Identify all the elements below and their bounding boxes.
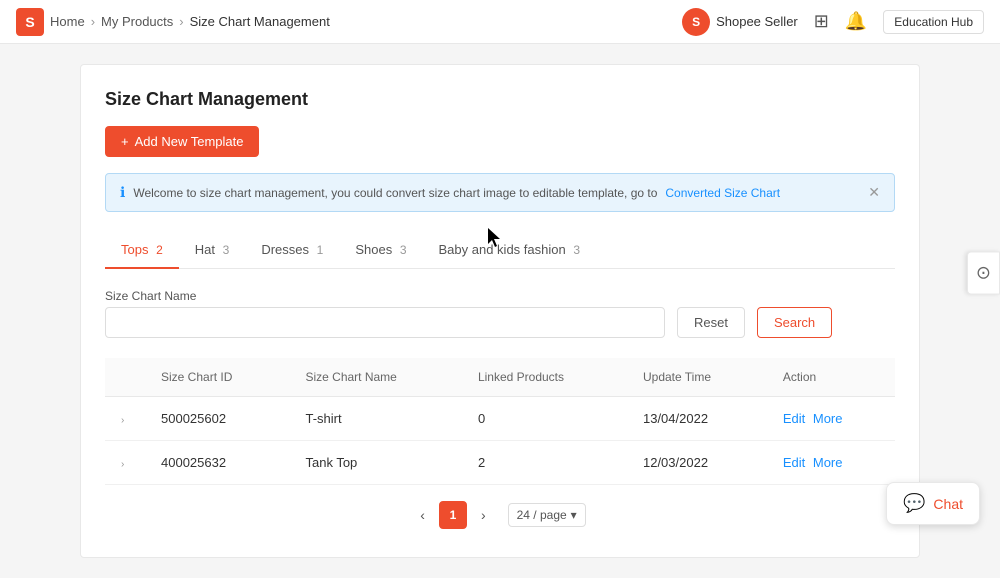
top-navigation: S Home › My Products › Size Chart Manage… [0, 0, 1000, 44]
tab-tops[interactable]: Tops 2 [105, 232, 179, 269]
monitor-button[interactable]: ⊙ [967, 251, 1000, 294]
nav-right: S Shopee Seller ⊞ 🔔 Education Hub [682, 8, 984, 36]
banner-close-button[interactable]: ✕ [868, 184, 880, 201]
tab-tops-count: 2 [156, 243, 163, 257]
edit-link-1[interactable]: Edit [783, 411, 805, 426]
tab-shoes[interactable]: Shoes 3 [339, 232, 422, 269]
monitor-icon: ⊙ [976, 262, 991, 282]
chat-button[interactable]: 💬 Chat [886, 482, 980, 525]
size-chart-table: Size Chart ID Size Chart Name Linked Pro… [105, 358, 895, 485]
table-header: Size Chart ID Size Chart Name Linked Pro… [105, 358, 895, 397]
per-page-label: 24 / page [517, 508, 567, 522]
category-tabs: Tops 2 Hat 3 Dresses 1 Shoes 3 Baby and … [105, 232, 895, 269]
page-title: Size Chart Management [105, 89, 895, 110]
reset-button[interactable]: Reset [677, 307, 745, 338]
shopee-logo: S [16, 8, 44, 36]
tab-hat-label: Hat [195, 242, 215, 257]
bell-icon[interactable]: 🔔 [845, 11, 867, 32]
cell-name-1: T-shirt [289, 397, 461, 441]
size-chart-card: Size Chart Management + Add New Template… [80, 64, 920, 558]
table-row: › 400025632 Tank Top 2 12/03/2022 Edit M… [105, 441, 895, 485]
cell-id-1: 500025602 [145, 397, 289, 441]
add-btn-label: Add New Template [135, 134, 244, 149]
tab-shoes-label: Shoes [355, 242, 392, 257]
tab-hat[interactable]: Hat 3 [179, 232, 246, 269]
more-link-1[interactable]: More [813, 411, 843, 426]
main-content: Size Chart Management + Add New Template… [0, 44, 1000, 578]
page-1-button[interactable]: 1 [439, 501, 467, 529]
chat-label: Chat [933, 496, 963, 512]
col-name: Size Chart Name [289, 358, 461, 397]
col-expand [105, 358, 145, 397]
search-button[interactable]: Search [757, 307, 832, 338]
breadcrumb-home[interactable]: Home [50, 14, 85, 29]
info-icon: ℹ [120, 184, 125, 201]
search-field: Size Chart Name [105, 289, 665, 338]
tab-hat-count: 3 [223, 243, 230, 257]
tab-dresses-label: Dresses [261, 242, 309, 257]
breadcrumb-sep-2: › [179, 14, 183, 29]
education-hub-button[interactable]: Education Hub [883, 10, 984, 34]
col-id: Size Chart ID [145, 358, 289, 397]
col-action: Action [767, 358, 895, 397]
per-page-selector[interactable]: 24 / page ▾ [508, 503, 586, 527]
add-new-template-button[interactable]: + Add New Template [105, 126, 259, 157]
cell-linked-2: 2 [462, 441, 627, 485]
cell-name-2: Tank Top [289, 441, 461, 485]
breadcrumb-current: Size Chart Management [190, 14, 330, 29]
table-row: › 500025602 T-shirt 0 13/04/2022 Edit Mo… [105, 397, 895, 441]
plus-icon: + [121, 134, 129, 149]
breadcrumb-sep-1: › [91, 14, 95, 29]
cell-updated-2: 12/03/2022 [627, 441, 767, 485]
seller-name: Shopee Seller [716, 14, 798, 29]
search-row: Size Chart Name Reset Search [105, 289, 895, 338]
per-page-chevron-icon: ▾ [571, 508, 577, 522]
banner-message: Welcome to size chart management, you co… [133, 186, 657, 200]
tab-dresses-count: 1 [317, 243, 324, 257]
search-label: Size Chart Name [105, 289, 665, 303]
row-expand-icon-1[interactable]: › [121, 415, 124, 426]
table-body: › 500025602 T-shirt 0 13/04/2022 Edit Mo… [105, 397, 895, 485]
pagination: ‹ 1 › 24 / page ▾ [105, 485, 895, 533]
col-linked: Linked Products [462, 358, 627, 397]
seller-logo: S [682, 8, 710, 36]
prev-page-button[interactable]: ‹ [414, 503, 431, 527]
cell-action-1: Edit More [767, 397, 895, 441]
grid-icon[interactable]: ⊞ [814, 11, 829, 32]
cell-updated-1: 13/04/2022 [627, 397, 767, 441]
breadcrumb: Home › My Products › Size Chart Manageme… [50, 14, 330, 29]
cell-id-2: 400025632 [145, 441, 289, 485]
tab-shoes-count: 3 [400, 243, 407, 257]
cell-action-2: Edit More [767, 441, 895, 485]
edit-link-2[interactable]: Edit [783, 455, 805, 470]
tab-baby-kids-label: Baby and kids fashion [439, 242, 566, 257]
shopee-seller-info: S Shopee Seller [682, 8, 798, 36]
col-updated: Update Time [627, 358, 767, 397]
tab-dresses[interactable]: Dresses 1 [245, 232, 339, 269]
cell-linked-1: 0 [462, 397, 627, 441]
chat-icon: 💬 [903, 493, 925, 514]
search-input[interactable] [105, 307, 665, 338]
tab-tops-label: Tops [121, 242, 148, 257]
more-link-2[interactable]: More [813, 455, 843, 470]
row-expand-icon-2[interactable]: › [121, 459, 124, 470]
tab-baby-kids[interactable]: Baby and kids fashion 3 [423, 232, 597, 269]
info-banner: ℹ Welcome to size chart management, you … [105, 173, 895, 212]
breadcrumb-my-products[interactable]: My Products [101, 14, 173, 29]
next-page-button[interactable]: › [475, 503, 492, 527]
tab-baby-kids-count: 3 [573, 243, 580, 257]
converted-size-chart-link[interactable]: Converted Size Chart [665, 186, 780, 200]
